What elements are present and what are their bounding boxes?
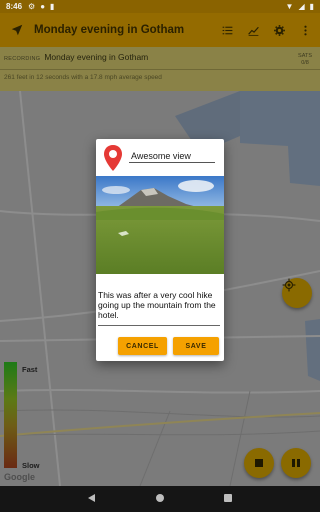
recents-icon[interactable] xyxy=(223,490,233,508)
marker-name-input[interactable]: Awesome view xyxy=(129,149,215,163)
marker-description-input[interactable]: This was after a very cool hike going up… xyxy=(98,290,220,320)
description-underline xyxy=(98,325,220,326)
system-nav-bar xyxy=(0,486,320,512)
save-button[interactable]: SAVE xyxy=(173,337,219,355)
marker-dialog: Awesome view This was after a very cool … xyxy=(96,139,224,361)
home-icon[interactable] xyxy=(155,490,165,508)
back-icon[interactable] xyxy=(87,490,97,508)
marker-photo[interactable] xyxy=(96,176,224,274)
cancel-button[interactable]: CANCEL xyxy=(118,337,167,355)
map-marker-icon[interactable] xyxy=(103,144,123,177)
